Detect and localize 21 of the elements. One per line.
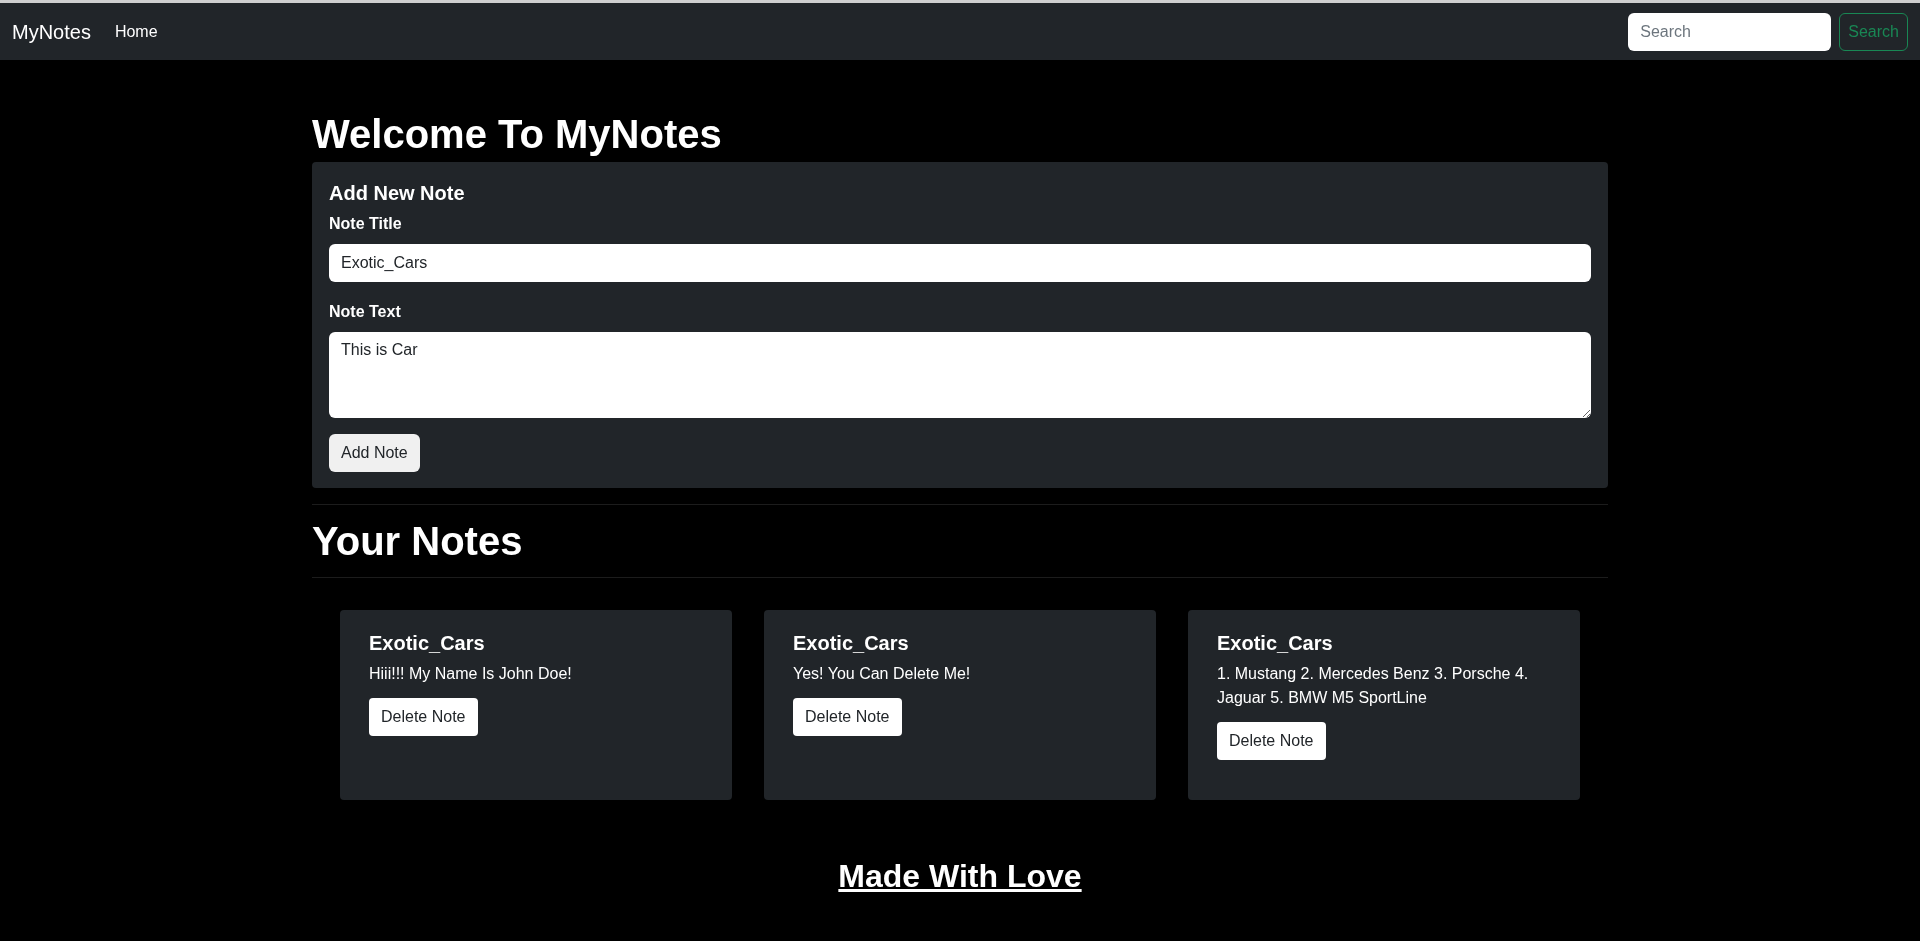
note-title: Exotic_Cars — [369, 631, 486, 656]
section-heading: Your Notes — [312, 518, 524, 565]
field-label: Note Text — [329, 302, 402, 322]
note-text: Yes! You Can Delete Me! — [793, 664, 972, 684]
field-label: Note Title — [329, 214, 403, 234]
delete-note-button[interactable]: Delete Note — [369, 698, 478, 736]
footer-link[interactable]: Made With Love — [838, 852, 1082, 900]
note-text: 1. Mustang 2. Mercedes Benz 3. Porsche 4. Jaguar 5. BMW M5 SportLine — [1217, 664, 1530, 708]
note-title: Exotic_Cars — [1217, 631, 1334, 656]
brand-link[interactable]: MyNotes — [12, 16, 91, 47]
note-text: Hiii!!! My Name Is John Doe! — [369, 664, 573, 684]
add-note-button[interactable]: Add Note — [329, 434, 420, 472]
card-title: Add New Note — [329, 181, 466, 206]
search-field[interactable]: Search — [1628, 12, 1832, 51]
delete-note-button[interactable]: Delete Note — [793, 698, 902, 736]
note-title: Exotic_Cars — [793, 631, 910, 656]
nav-link[interactable]: Home — [114, 19, 158, 44]
page-heading: Welcome To MyNotes — [312, 111, 723, 158]
note-title-field[interactable]: Exotic_Cars — [329, 244, 1591, 282]
delete-note-button[interactable]: Delete Note — [1217, 722, 1326, 760]
note-text-field[interactable]: This is Car — [329, 332, 1591, 418]
